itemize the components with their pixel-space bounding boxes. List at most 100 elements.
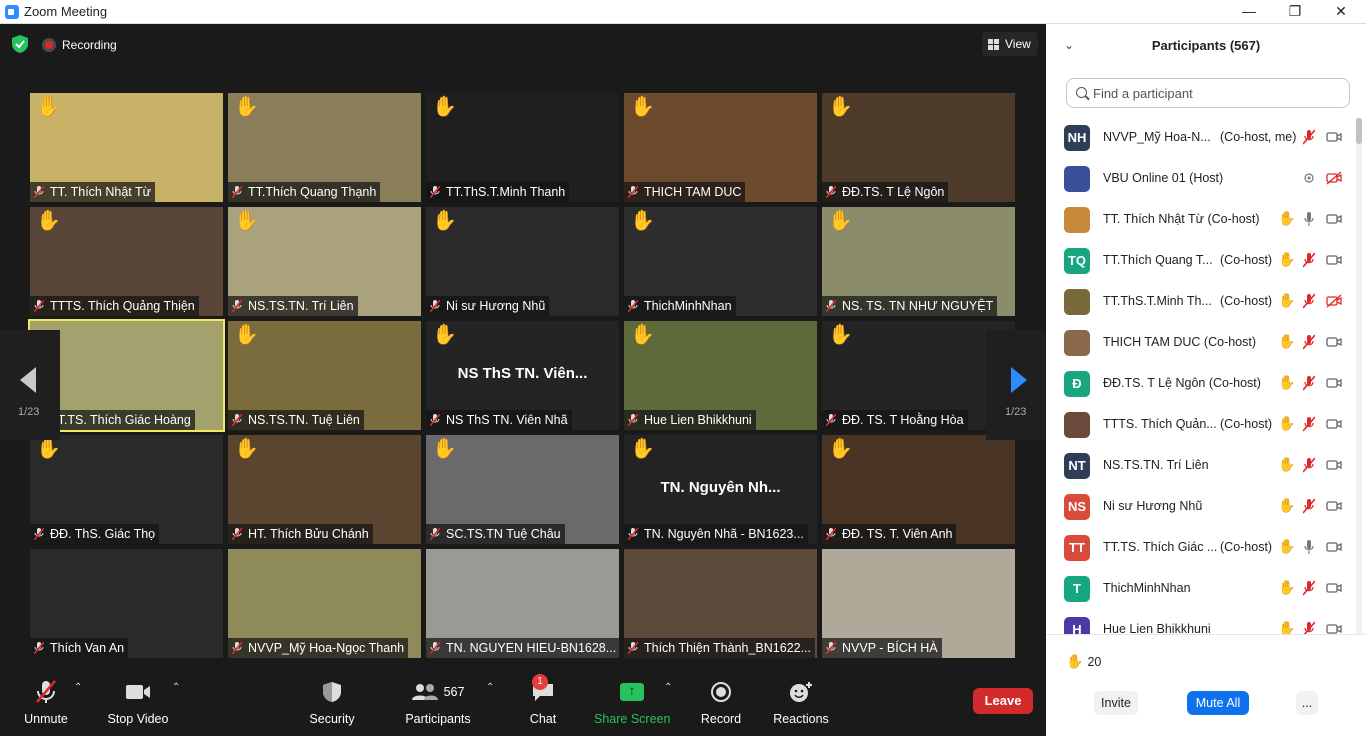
next-page-button[interactable]: 1/23 — [986, 330, 1046, 440]
invite-button[interactable]: Invite — [1094, 691, 1138, 715]
encryption-shield-icon[interactable] — [12, 35, 28, 53]
participant-video-tile[interactable]: ✋ ĐĐ.TS. T Lệ Ngôn — [822, 93, 1015, 202]
participant-video-tile[interactable]: ✋ NS. TS. TN NHƯ NGUYỆT — [822, 207, 1015, 316]
video-camera-icon[interactable] — [1326, 499, 1342, 513]
security-button[interactable]: Security — [302, 678, 362, 730]
participant-list-item[interactable]: T ThichMinhNhan ✋ — [1046, 569, 1356, 610]
microphone-icon[interactable] — [1303, 539, 1315, 555]
leave-button[interactable]: Leave — [973, 688, 1033, 714]
participant-search[interactable] — [1066, 78, 1350, 108]
participant-video-tile[interactable]: ✋ Ni sư Hương Nhũ — [426, 207, 619, 316]
video-camera-off-icon[interactable] — [1326, 171, 1342, 185]
video-camera-icon[interactable] — [1326, 253, 1342, 267]
microphone-muted-icon[interactable] — [1303, 498, 1315, 514]
microphone-icon[interactable] — [1303, 211, 1315, 227]
participant-list-name: TT.Thích Quang T... — [1103, 253, 1213, 267]
participant-list-scrollbar[interactable] — [1356, 118, 1362, 648]
participant-list-item[interactable]: TT. Thích Nhật Từ (Co-host) ✋ — [1046, 200, 1356, 241]
reactions-button[interactable]: Reactions — [770, 678, 832, 730]
participant-list-item[interactable]: VBU Online 01 (Host) — [1046, 159, 1356, 200]
recording-indicator[interactable]: Recording — [42, 36, 117, 54]
participant-video-tile[interactable]: Thích Thiện Thành_BN1622... — [624, 549, 817, 658]
participant-video-tile[interactable]: ✋ THICH TAM DUC — [624, 93, 817, 202]
raised-hand-icon: ✋ — [630, 210, 655, 232]
video-camera-icon[interactable] — [1326, 376, 1342, 390]
participant-video-tile[interactable]: Thích Van An — [30, 549, 223, 658]
maximize-button[interactable]: ❐ — [1272, 0, 1318, 24]
scrollbar-thumb[interactable] — [1356, 118, 1362, 144]
raised-hand-icon: ✋ — [1278, 374, 1296, 390]
microphone-muted-icon[interactable] — [1303, 375, 1315, 391]
participant-video-tile[interactable]: ✋ TT.Thích Quang Thạnh — [228, 93, 421, 202]
participant-video-tile[interactable]: ✋ ĐĐ. TS. T. Viên Anh — [822, 435, 1015, 544]
spotlight-dot-icon — [1304, 173, 1314, 183]
participant-video-tile[interactable]: ✋ SC.TS.TN Tuệ Châu — [426, 435, 619, 544]
share-screen-button[interactable]: Share Screen — [594, 678, 670, 730]
unmute-button[interactable]: Unmute — [14, 678, 78, 730]
minimize-button[interactable]: — — [1226, 0, 1272, 24]
raised-hand-icon: ✋ — [828, 96, 853, 118]
participant-list-item[interactable]: THICH TAM DUC (Co-host) ✋ — [1046, 323, 1356, 364]
participant-list-item[interactable]: NH NVVP_Mỹ Hoa-N... (Co-host, me) — [1046, 118, 1356, 159]
chat-button[interactable]: 1 Chat — [518, 674, 568, 730]
microphone-muted-icon[interactable] — [1303, 129, 1315, 145]
microphone-muted-icon[interactable] — [1303, 334, 1315, 350]
microphone-muted-icon — [826, 300, 836, 312]
participant-video-tile[interactable]: ✋ ĐĐ. ThS. Giác Thọ — [30, 435, 223, 544]
participant-video-tile[interactable]: ✋ ThichMinhNhan — [624, 207, 817, 316]
participant-name-label: TT. Thích Nhật Từ — [30, 182, 155, 202]
stop-video-button[interactable]: Stop Video — [102, 678, 174, 730]
microphone-muted-icon[interactable] — [1303, 580, 1315, 596]
participant-video-tile[interactable]: TN. NGUYEN HIEU-BN1628... — [426, 549, 619, 658]
microphone-muted-icon — [36, 680, 56, 703]
reactions-smiley-icon — [790, 682, 812, 702]
page-indicator-left: 1/23 — [18, 406, 40, 418]
share-screen-icon — [620, 682, 644, 701]
video-camera-icon[interactable] — [1326, 581, 1342, 595]
participant-name: NVVP - BÍCH HÀ — [842, 641, 938, 655]
participant-video-tile[interactable]: ✋ TN. Nguyên Nh... TN. Nguyên Nhã - BN1623… — [624, 435, 817, 544]
participant-list-item[interactable]: TTTS. Thích Quản... (Co-host) ✋ — [1046, 405, 1356, 446]
microphone-muted-icon[interactable] — [1303, 252, 1315, 268]
record-button[interactable]: Record — [696, 678, 746, 730]
participant-video-tile[interactable]: ✋ NS ThS TN. Viên... NS ThS TN. Viên Nhã — [426, 321, 619, 430]
microphone-muted-icon[interactable] — [1303, 293, 1315, 309]
participant-video-tile[interactable]: ✋ NS.TS.TN. Trí Liên — [228, 207, 421, 316]
participant-list-item[interactable]: TQ TT.Thích Quang T... (Co-host) ✋ — [1046, 241, 1356, 282]
view-button[interactable]: View — [982, 32, 1038, 56]
participant-video-tile[interactable]: ✋ TT. Thích Nhật Từ — [30, 93, 223, 202]
microphone-muted-icon[interactable] — [1303, 416, 1315, 432]
participant-list-item[interactable]: NT NS.TS.TN. Trí Liên ✋ — [1046, 446, 1356, 487]
video-camera-icon[interactable] — [1326, 335, 1342, 349]
video-camera-icon[interactable] — [1326, 540, 1342, 554]
participant-video-tile[interactable]: ✋ TTTS. Thích Quảng Thiện — [30, 207, 223, 316]
video-camera-icon[interactable] — [1326, 417, 1342, 431]
previous-page-button[interactable]: 1/23 — [0, 330, 60, 440]
participant-list-item[interactable]: TT.ThS.T.Minh Th... (Co-host) ✋ — [1046, 282, 1356, 323]
participant-name: Thích Van An — [50, 641, 125, 655]
participant-search-input[interactable] — [1093, 84, 1343, 102]
video-camera-icon[interactable] — [1326, 130, 1342, 144]
participant-list-item[interactable]: Đ ĐĐ.TS. T Lệ Ngôn (Co-host) ✋ — [1046, 364, 1356, 405]
participant-video-tile[interactable]: ✋ TT.ThS.T.Minh Thanh — [426, 93, 619, 202]
participant-video-tile[interactable]: ✋ HT. Thích Bửu Chánh — [228, 435, 421, 544]
participant-video-tile[interactable]: ✋ Hue Lien Bhikkhuni — [624, 321, 817, 430]
participant-list-item[interactable]: NS Ni sư Hương Nhũ ✋ — [1046, 487, 1356, 528]
video-options-caret-icon[interactable]: ⌃ — [172, 682, 180, 693]
participants-button[interactable]: 567 Participants — [400, 678, 476, 730]
audio-options-caret-icon[interactable]: ⌃ — [74, 682, 82, 693]
microphone-muted-icon[interactable] — [1303, 457, 1315, 473]
video-camera-icon[interactable] — [1326, 212, 1342, 226]
video-camera-icon[interactable] — [1326, 458, 1342, 472]
participant-video-tile[interactable]: NVVP - BÍCH HÀ — [822, 549, 1015, 658]
microphone-muted-icon — [430, 300, 440, 312]
mute-all-button[interactable]: Mute All — [1187, 691, 1249, 715]
video-camera-off-icon[interactable] — [1326, 294, 1342, 308]
more-options-button[interactable]: ... — [1296, 691, 1318, 715]
participant-video-tile[interactable]: ✋ NS.TS.TN. Tuệ Liên — [228, 321, 421, 430]
share-options-caret-icon[interactable]: ⌃ — [664, 682, 672, 693]
participant-list-item[interactable]: TT TT.TS. Thích Giác ... (Co-host) ✋ — [1046, 528, 1356, 569]
close-button[interactable]: ✕ — [1318, 0, 1364, 24]
participant-video-tile[interactable]: NVVP_Mỹ Hoa-Ngọc Thanh — [228, 549, 421, 658]
participants-options-caret-icon[interactable]: ⌃ — [486, 682, 494, 693]
